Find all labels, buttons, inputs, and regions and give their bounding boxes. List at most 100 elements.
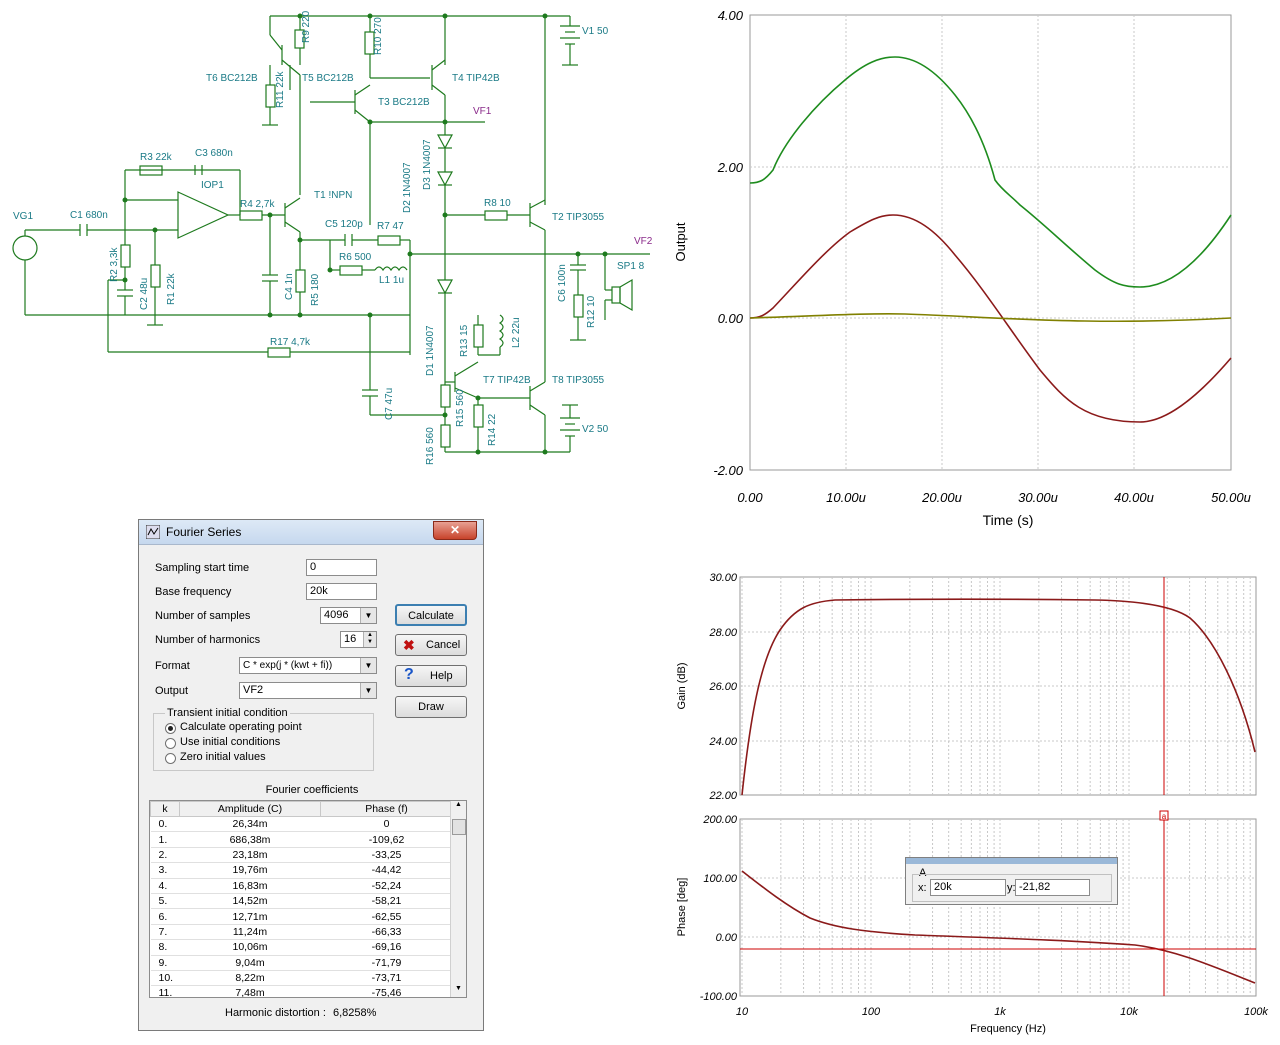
spinner-arrows-icon[interactable]: ▲ ▼: [363, 632, 376, 647]
x-tick-label: 0.00: [737, 490, 763, 505]
x-tick-label: 20.00u: [921, 490, 962, 505]
cell-phase: 0: [320, 816, 453, 833]
num-harmonics-spinner[interactable]: 16 ▲ ▼: [340, 631, 377, 648]
format-select[interactable]: C * exp(j * (kwt + fi)) ▼: [239, 657, 377, 674]
help-button[interactable]: ? Help: [395, 665, 467, 687]
radio-use-initial[interactable]: [165, 738, 176, 749]
col-phase[interactable]: Phase (f): [320, 801, 453, 817]
radio-calculate-op[interactable]: [165, 723, 176, 734]
cell-phase: -52,24: [320, 878, 453, 894]
cancel-button[interactable]: ✖ Cancel: [395, 634, 467, 656]
table-row[interactable]: 4. 16,83m -52,24: [150, 878, 453, 894]
freq-tick-label: 10: [736, 1006, 749, 1018]
col-amplitude[interactable]: Amplitude (C): [179, 801, 321, 817]
coefficients-table[interactable]: k Amplitude (C) Phase (f) 0. 26,34m 0 1. 686…: [149, 800, 467, 998]
cell-phase: -33,25: [320, 847, 453, 864]
col-k[interactable]: k: [150, 801, 180, 817]
cell-phase: -73,71: [320, 970, 453, 987]
radio-use-initial-label[interactable]: Use initial conditions: [180, 736, 280, 748]
dialog-titlebar[interactable]: Fourier Series ✕: [139, 520, 483, 545]
cursor-x-label: x:: [918, 882, 927, 894]
cell-phase: -66,33: [320, 924, 453, 941]
num-samples-select[interactable]: 4096 ▼: [320, 607, 377, 624]
component-label: R2 3,3k: [109, 247, 120, 282]
cell-phase: -75,46: [320, 985, 453, 997]
table-row[interactable]: 10. 8,22m -73,71: [150, 970, 453, 987]
x-tick-label: 10.00u: [826, 490, 866, 505]
x-tick-label: 40.00u: [1114, 490, 1154, 505]
table-row[interactable]: 7. 11,24m -66,33: [150, 924, 453, 941]
cell-phase: -58,21: [320, 893, 453, 910]
radio-zero-initial-label[interactable]: Zero initial values: [180, 751, 266, 763]
cursor-y-field[interactable]: -21,82: [1015, 879, 1090, 896]
cursor-readout[interactable]: A x: 20k y: -21,82: [905, 857, 1118, 905]
scroll-thumb[interactable]: [452, 819, 466, 835]
component-label: V2 50: [582, 424, 609, 435]
table-row[interactable]: 2. 23,18m -33,25: [150, 847, 453, 864]
cell-amp: 19,76m: [179, 862, 321, 879]
radio-zero-initial[interactable]: [165, 753, 176, 764]
component-label: D1 1N4007: [425, 325, 436, 376]
cell-k: 7.: [150, 924, 180, 941]
component-label: C1 680n: [70, 210, 108, 221]
sampling-start-input[interactable]: 0: [306, 559, 377, 576]
cell-k: 8.: [150, 939, 180, 956]
base-frequency-input[interactable]: 20k: [306, 583, 377, 600]
phase-tick-label: -100.00: [700, 991, 738, 1003]
phase-tick-label: 200.00: [702, 814, 738, 826]
component-label: VG1: [13, 211, 33, 222]
cell-phase: -71,79: [320, 955, 453, 971]
calculate-button[interactable]: Calculate: [395, 604, 467, 626]
chevron-down-icon[interactable]: ▼: [360, 608, 376, 623]
cell-amp: 14,52m: [179, 893, 321, 910]
circuit-schematic: R9 220 R10 270 V1 50 T6 BC212B T5 BC212B T4 T…: [12, 10, 653, 465]
close-button[interactable]: ✕: [433, 521, 477, 540]
table-row[interactable]: 9. 9,04m -71,79: [150, 955, 453, 971]
freq-tick-label: 100k: [1244, 1006, 1268, 1018]
scroll-down-icon[interactable]: ▼: [451, 985, 466, 997]
output-select[interactable]: VF2 ▼: [239, 682, 377, 699]
component-label: SP1 8: [617, 261, 645, 272]
component-label: D2 1N4007: [402, 162, 413, 213]
table-row[interactable]: 3. 19,76m -44,42: [150, 862, 453, 879]
component-label: T4 TIP42B: [452, 73, 500, 84]
table-row[interactable]: 6. 12,71m -62,55: [150, 908, 453, 925]
output-value: VF2: [243, 684, 264, 696]
table-row[interactable]: 1. 686,38m -109,62: [150, 831, 453, 848]
cell-k: 4.: [150, 878, 180, 894]
y-tick-label: 2.00: [717, 160, 744, 175]
chevron-down-icon[interactable]: ▼: [360, 658, 376, 673]
y-tick-label: 4.00: [718, 8, 744, 23]
transient-chart: 4.00 2.00 0.00 -2.00 0.00 10.00u 20.00u 30.00u…: [673, 8, 1251, 528]
cell-amp: 26,34m: [179, 816, 321, 833]
freq-tick-label: 100: [862, 1006, 881, 1018]
gain-tick-label: 24.00: [708, 736, 737, 748]
cell-amp: 10,06m: [179, 939, 321, 956]
cursor-x-field[interactable]: 20k: [930, 879, 1006, 896]
component-label: R11 22k: [275, 70, 286, 108]
draw-button[interactable]: Draw: [395, 696, 467, 718]
table-row[interactable]: 0. 26,34m 0: [150, 816, 453, 833]
chevron-down-icon[interactable]: ▼: [360, 683, 376, 698]
table-row[interactable]: 8. 10,06m -69,16: [150, 939, 453, 956]
table-row[interactable]: 5. 14,52m -58,21: [150, 893, 453, 910]
component-label: L1 1u: [379, 275, 404, 286]
scroll-up-icon[interactable]: ▲: [451, 801, 466, 813]
x-tick-label: 30.00u: [1018, 490, 1058, 505]
table-scrollbar[interactable]: ▲ ▼: [450, 801, 466, 997]
initial-condition-title: Transient initial condition: [165, 707, 290, 719]
cell-amp: 7,48m: [179, 985, 321, 997]
component-label: T1 !NPN: [314, 190, 352, 201]
cursor-readout-titlebar[interactable]: [906, 858, 1117, 864]
table-row[interactable]: 11. 7,48m -75,46: [150, 985, 453, 997]
component-label: T2 TIP3055: [552, 212, 605, 223]
freq-xlabel: Frequency (Hz): [970, 1023, 1046, 1035]
help-label: Help: [430, 670, 453, 682]
radio-calculate-op-label[interactable]: Calculate operating point: [180, 721, 302, 733]
distortion-label: Harmonic distortion :: [225, 1007, 326, 1019]
sampling-start-label: Sampling start time: [155, 562, 250, 574]
component-label: R17 4,7k: [270, 337, 311, 348]
component-label: T5 BC212B: [302, 73, 354, 84]
phase-ylabel: Phase [deg]: [676, 878, 688, 937]
cell-phase: -109,62: [320, 831, 453, 848]
